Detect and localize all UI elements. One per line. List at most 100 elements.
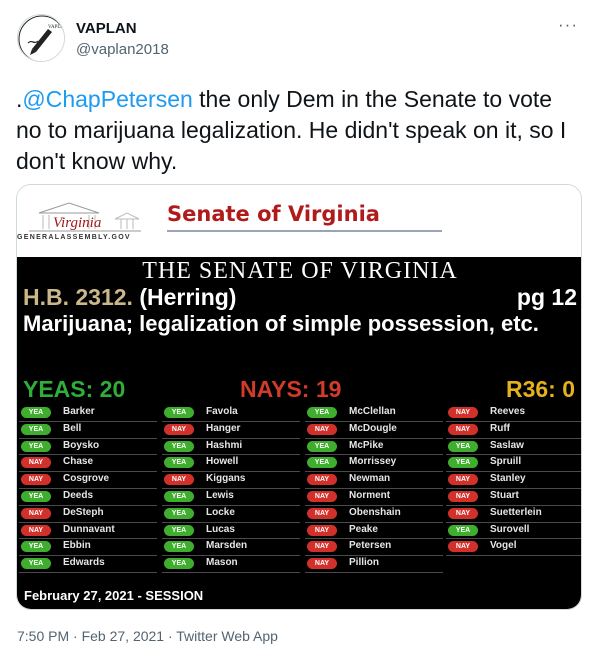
vote-row: NAY Dunnavant (19, 523, 157, 540)
vote-badge: YEA (164, 490, 194, 502)
vote-badge: YEA (164, 507, 194, 519)
bill-description: Marijuana; legalization of simple posses… (23, 311, 539, 336)
vote-badge: NAY (307, 507, 337, 519)
yeas-tally: YEAS: 20 (23, 376, 126, 402)
vote-row: YEA Saslaw (446, 439, 581, 456)
header-divider (167, 230, 442, 232)
senator-name: Kiggans (206, 473, 246, 485)
vote-badge: YEA (448, 440, 478, 452)
vote-badge: YEA (21, 407, 51, 418)
senator-name: Pillion (349, 557, 379, 569)
vote-badge: YEA (21, 541, 51, 553)
vote-badge: NAY (164, 423, 194, 435)
vote-row: YEA Locke (162, 506, 300, 523)
senator-name: Edwards (63, 557, 105, 569)
vote-badge: YEA (307, 407, 337, 418)
senator-name: Ruff (490, 422, 510, 434)
mention-link[interactable]: @ChapPetersen (22, 86, 192, 112)
r36-tally: R36: 0 (505, 376, 575, 402)
vote-badge: YEA (164, 524, 194, 536)
vote-badge: NAY (21, 524, 51, 536)
vote-row: NAY DeSteph (19, 506, 157, 523)
pen-logo-icon: VAPLAN (18, 15, 65, 61)
senator-name: Reeves (490, 406, 526, 417)
senator-name: Peake (349, 523, 378, 535)
vote-badge: NAY (307, 558, 337, 570)
senator-name: Bell (63, 422, 82, 434)
senator-name: Surovell (490, 523, 530, 535)
senator-name: McClellan (349, 406, 396, 417)
svg-text:VAPLAN: VAPLAN (48, 25, 65, 30)
vote-row: NAY Norment (305, 489, 443, 506)
vote-badge: NAY (21, 507, 51, 519)
senator-name: Hashmi (206, 439, 243, 451)
vote-badge: NAY (307, 474, 337, 486)
vote-row: YEA Boysko (19, 439, 157, 456)
vote-row: YEA Bell (19, 422, 157, 439)
senator-name: Lewis (206, 489, 234, 501)
senator-name: Morrissey (349, 456, 397, 468)
vote-row: NAY Pillion (305, 556, 443, 573)
senate-of-virginia-title: Senate of Virginia (167, 202, 380, 226)
vote-badge: YEA (164, 558, 194, 570)
vote-row: YEA Edwards (19, 556, 157, 573)
vote-row: YEA Howell (162, 455, 300, 473)
vote-column-4: NAY Reeves NAY Ruff YEA Saslaw YEA Spruill NAY St… (446, 405, 581, 557)
senator-name: Deeds (63, 489, 94, 501)
senator-name: Ebbin (63, 540, 91, 552)
vote-row: YEA McPike (305, 439, 443, 456)
senator-name: Barker (63, 406, 95, 417)
vote-row: YEA Marsden (162, 539, 300, 557)
display-name[interactable]: VAPLAN (76, 20, 137, 37)
senator-name: Chase (63, 456, 94, 468)
vote-badge: NAY (307, 524, 337, 536)
senator-name: McDougle (349, 422, 397, 434)
vote-row: NAY Vogel (446, 539, 581, 557)
vote-badge: YEA (164, 457, 194, 469)
senator-name: Cosgrove (63, 473, 110, 485)
vote-row: YEA Surovell (446, 523, 581, 540)
session-bar: February 27, 2021 - SESSION (17, 579, 581, 609)
vote-row: NAY Stanley (446, 472, 581, 489)
vote-row: YEA Lucas (162, 523, 300, 540)
senator-name: Dunnavant (63, 523, 115, 535)
vote-column-1: YEA Barker YEA Bell YEA Boysko NAY Chase NAY Cosg… (19, 405, 157, 573)
avatar[interactable]: VAPLAN (17, 14, 65, 62)
vote-row: YEA Favola (162, 405, 300, 422)
vote-badge: YEA (448, 457, 478, 469)
more-options-icon[interactable]: ··· (558, 16, 578, 33)
senator-name: Suetterlein (490, 506, 542, 518)
vote-row: YEA Barker (19, 405, 157, 422)
vote-row: NAY Reeves (446, 405, 581, 422)
vote-row: NAY Stuart (446, 489, 581, 506)
vote-row: NAY Suetterlein (446, 506, 581, 523)
senator-name: Saslaw (490, 439, 524, 451)
vote-badge: NAY (448, 507, 478, 519)
vote-badge: YEA (21, 440, 51, 452)
vote-badge: YEA (21, 558, 51, 570)
vote-row: YEA Morrissey (305, 455, 443, 473)
vote-row: NAY McDougle (305, 422, 443, 439)
attached-image[interactable]: Virginia GENERALASSEMBLY.GOV Senate of V… (16, 184, 582, 610)
vote-row: NAY Obenshain (305, 506, 443, 523)
vote-badge: NAY (307, 423, 337, 435)
senator-name: Stuart (490, 489, 519, 501)
vote-badge: NAY (448, 541, 478, 553)
vote-row: NAY Peake (305, 523, 443, 540)
user-handle[interactable]: @vaplan2018 (76, 41, 169, 58)
senator-name: Marsden (206, 540, 248, 552)
senator-name: Vogel (490, 540, 517, 552)
vote-badge: YEA (307, 440, 337, 452)
vote-badge: YEA (21, 423, 51, 435)
generalassembly-label: GENERALASSEMBLY.GOV (17, 234, 131, 241)
vote-column-3: YEA McClellan NAY McDougle YEA McPike YEA Morri… (305, 405, 443, 573)
vote-badge: NAY (21, 457, 51, 469)
tweet-meta[interactable]: 7:50 PM · Feb 27, 2021 · Twitter Web App (17, 628, 278, 644)
vote-badge: YEA (21, 490, 51, 502)
senator-name: Newman (349, 473, 391, 485)
senator-name: Favola (206, 406, 238, 417)
vote-badge: NAY (448, 423, 478, 435)
vote-badge: YEA (164, 440, 194, 452)
vote-row: NAY Petersen (305, 539, 443, 557)
senator-name: DeSteph (63, 506, 104, 518)
